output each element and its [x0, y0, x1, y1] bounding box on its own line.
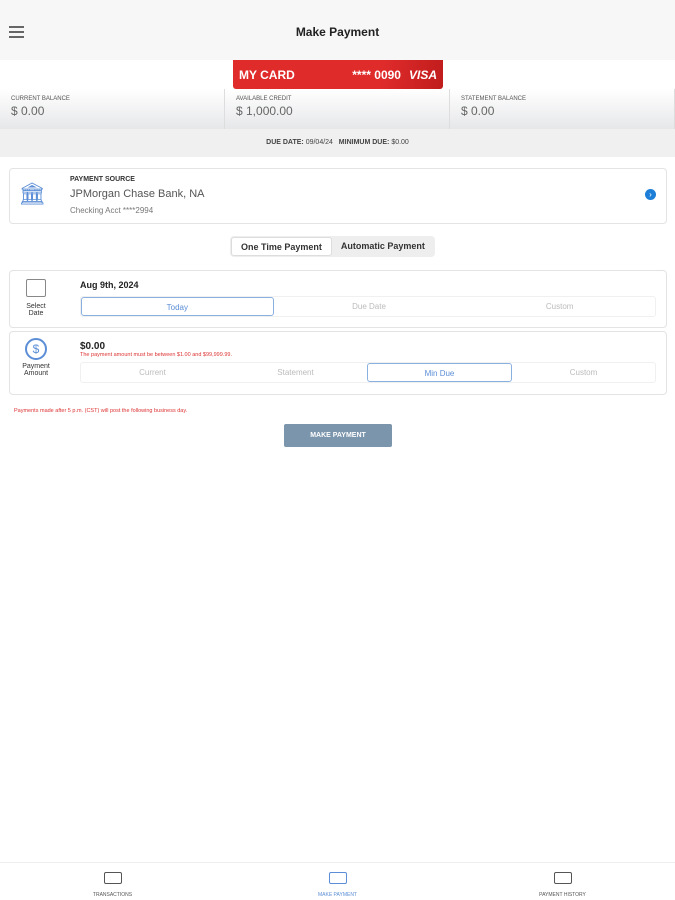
- amount-options: Current Statement Min Due Custom: [80, 362, 656, 383]
- value: $ 1,000.00: [236, 104, 293, 118]
- label: STATEMENT BALANCE: [461, 96, 527, 102]
- date-options: Today Due Date Custom: [80, 296, 656, 317]
- value: $ 0.00: [11, 104, 45, 118]
- tab-label: MAKE PAYMENT: [318, 892, 357, 898]
- payment-type-toggle: One Time Payment Automatic Payment: [230, 236, 435, 257]
- amount-label: Payment Amount: [22, 363, 50, 377]
- due-date-value: 09/04/24: [305, 139, 333, 146]
- bank-name: JPMorgan Chase Bank, NA: [70, 188, 205, 200]
- label: AVAILABLE CREDIT: [236, 96, 292, 102]
- calendar-icon: Select Date: [18, 279, 54, 317]
- bank-icon: 🏛: [18, 181, 46, 206]
- tab-label: TRANSACTIONS: [92, 892, 133, 898]
- tab-automatic[interactable]: Automatic Payment: [332, 237, 434, 256]
- account: Checking Acct ****2994: [70, 206, 154, 215]
- transactions-icon: [103, 872, 122, 884]
- option-due-date[interactable]: Due Date: [274, 297, 465, 316]
- statement-balance: STATEMENT BALANCE $ 0.00: [450, 89, 675, 129]
- current-balance: CURRENT BALANCE $ 0.00: [0, 89, 225, 129]
- payment-source[interactable]: 🏛 PAYMENT SOURCE JPMorgan Chase Bank, NA…: [9, 168, 667, 224]
- option-custom[interactable]: Custom: [464, 297, 655, 316]
- make-payment-button[interactable]: MAKE PAYMENT: [284, 424, 392, 447]
- card-banner[interactable]: MY CARD **** 0090 VISA: [233, 60, 443, 89]
- card-name: MY CARD: [239, 67, 295, 82]
- tab-payment-history[interactable]: PAYMENT HISTORY: [450, 863, 675, 900]
- page-title: Make Payment: [295, 25, 380, 39]
- due-date-label: DUE DATE:: [266, 139, 304, 146]
- option-current[interactable]: Current: [81, 363, 224, 382]
- amount-error: The payment amount must be between $1.00…: [80, 352, 232, 358]
- due-info: DUE DATE: 09/04/24 MINIMUM DUE: $0.00: [0, 129, 675, 157]
- option-custom[interactable]: Custom: [512, 363, 655, 382]
- option-min-due[interactable]: Min Due: [367, 363, 512, 382]
- option-statement[interactable]: Statement: [224, 363, 367, 382]
- header-bar: Make Payment: [0, 0, 675, 60]
- chevron-right-icon[interactable]: ›: [645, 189, 656, 200]
- balances: CURRENT BALANCE $ 0.00 AVAILABLE CREDIT $ …: [0, 89, 675, 129]
- tab-transactions[interactable]: TRANSACTIONS: [0, 863, 225, 900]
- date-label: Select Date: [26, 303, 46, 317]
- select-date-section: Select Date Aug 9th, 2024 Today Due Date…: [9, 270, 667, 328]
- label: CURRENT BALANCE: [11, 96, 70, 102]
- min-due-value: $0.00: [391, 139, 409, 146]
- payment-icon: [328, 872, 347, 884]
- payment-amount-section: $ Payment Amount $0.00 The payment amount…: [9, 331, 667, 395]
- tab-one-time[interactable]: One Time Payment: [231, 237, 332, 256]
- bottom-tab-bar: TRANSACTIONS MAKE PAYMENT PAYMENT HISTOR…: [0, 862, 675, 900]
- available-credit: AVAILABLE CREDIT $ 1,000.00: [225, 89, 450, 129]
- value: $ 0.00: [461, 104, 495, 118]
- tab-make-payment[interactable]: MAKE PAYMENT: [225, 863, 450, 900]
- source-label: PAYMENT SOURCE: [70, 176, 135, 183]
- visa-logo: VISA: [408, 67, 437, 82]
- card-number: **** 0090: [352, 67, 401, 82]
- history-icon: [553, 872, 572, 884]
- option-today[interactable]: Today: [81, 297, 274, 316]
- cutoff-note: Payments made after 5 p.m. (CST) will po…: [14, 408, 188, 414]
- min-due-label: MINIMUM DUE:: [338, 139, 390, 146]
- amount-input[interactable]: $0.00: [80, 341, 105, 352]
- date-value: Aug 9th, 2024: [80, 280, 139, 290]
- tab-label: PAYMENT HISTORY: [539, 892, 586, 898]
- dollar-icon: $ Payment Amount: [18, 338, 54, 377]
